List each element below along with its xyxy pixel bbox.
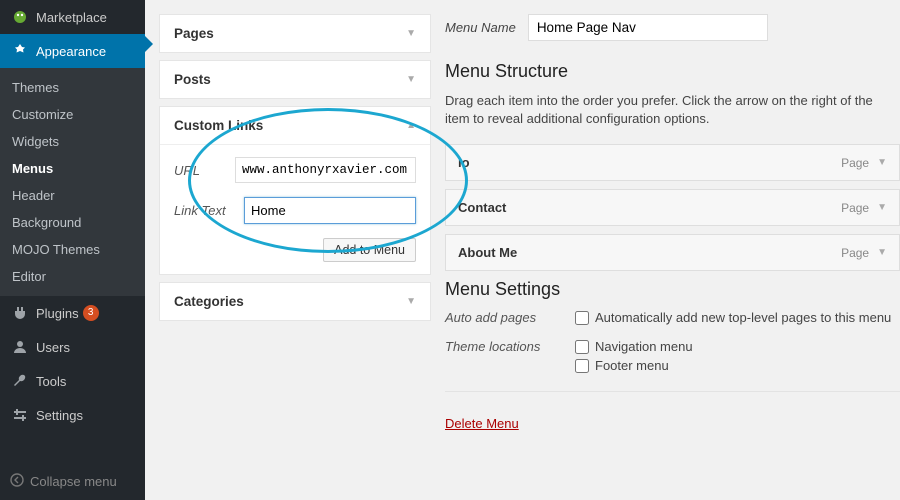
sidebar-sub-header[interactable]: Header [0,182,145,209]
location-nav-option[interactable]: Navigation menu [575,339,693,354]
chevron-down-icon: ▼ [406,296,416,307]
sidebar-sub-editor[interactable]: Editor [0,263,145,290]
menu-item-label: Contact [458,200,506,215]
accordion-title: Posts [174,72,211,87]
settings-icon [10,407,30,423]
chevron-down-icon[interactable]: ▼ [877,202,887,213]
menu-name-label: Menu Name [445,20,516,35]
auto-add-label: Auto add pages [445,310,575,329]
sidebar-label: Plugins [36,306,79,321]
menu-item-type: Page ▼ [841,246,887,260]
accordion-title: Custom Links [174,118,263,133]
tools-icon [10,373,30,389]
collapse-menu-button[interactable]: Collapse menu [0,463,145,500]
accordion-toggle-categories[interactable]: Categories ▼ [160,283,430,320]
menu-item-type: Page ▼ [841,201,887,215]
menu-editor-column: Menu Name Menu Structure Drag each item … [431,0,900,500]
menu-structure-help: Drag each item into the order you prefer… [445,92,900,128]
accordion-toggle-posts[interactable]: Posts ▼ [160,61,430,98]
chevron-down-icon: ▼ [406,28,416,39]
menu-structure-heading: Menu Structure [445,61,900,82]
menu-name-input[interactable] [528,14,768,41]
accordion-categories: Categories ▼ [159,282,431,321]
menu-item-row[interactable]: About Me Page ▼ [445,234,900,271]
chevron-down-icon[interactable]: ▼ [877,247,887,258]
sidebar-label: Users [36,340,70,355]
sidebar-sub-widgets[interactable]: Widgets [0,128,145,155]
accordion-custom-links: Custom Links ▲ URL Link Text Add to Menu [159,106,431,275]
auto-add-checkbox[interactable] [575,311,589,325]
sidebar-label: Appearance [36,44,106,59]
plugins-icon [10,305,30,321]
location-footer-option[interactable]: Footer menu [575,358,693,373]
sidebar-sub-background[interactable]: Background [0,209,145,236]
sidebar-item-tools[interactable]: Tools [0,364,145,398]
add-to-menu-button[interactable]: Add to Menu [323,238,416,262]
appearance-icon [10,43,30,59]
chevron-down-icon[interactable]: ▼ [877,157,887,168]
users-icon [10,339,30,355]
sidebar-item-plugins[interactable]: Plugins 3 [0,296,145,330]
sidebar-label: Tools [36,374,66,389]
sidebar-sub-customize[interactable]: Customize [0,101,145,128]
chevron-up-icon: ▲ [406,120,416,131]
sidebar-label: Settings [36,408,83,423]
sidebar-sub-themes[interactable]: Themes [0,74,145,101]
accordion-title: Pages [174,26,214,41]
menu-item-row[interactable]: io Page ▼ [445,144,900,181]
location-nav-checkbox[interactable] [575,340,589,354]
accordion-posts: Posts ▼ [159,60,431,99]
sidebar-sub-menus[interactable]: Menus [0,155,145,182]
sidebar-item-settings[interactable]: Settings [0,398,145,432]
menu-name-row: Menu Name [445,14,900,55]
auto-add-option[interactable]: Automatically add new top-level pages to… [575,310,891,325]
marketplace-icon [10,9,30,25]
menu-item-row[interactable]: Contact Page ▼ [445,189,900,226]
location-footer-checkbox[interactable] [575,359,589,373]
delete-menu-link[interactable]: Delete Menu [445,416,519,431]
sidebar-sub-mojo[interactable]: MOJO Themes [0,236,145,263]
plugins-update-badge: 3 [83,305,99,321]
accordion-title: Categories [174,294,244,309]
menu-item-label: About Me [458,245,517,260]
accordion-pages: Pages ▼ [159,14,431,53]
collapse-icon [10,473,24,490]
url-input[interactable] [235,157,416,183]
accordion-toggle-custom-links[interactable]: Custom Links ▲ [160,107,430,144]
admin-sidebar: Marketplace Appearance Themes Customize … [0,0,145,500]
chevron-down-icon: ▼ [406,74,416,85]
menu-settings-heading: Menu Settings [445,279,900,300]
sidebar-item-users[interactable]: Users [0,330,145,364]
menu-item-label: io [458,155,470,170]
content-area: Pages ▼ Posts ▼ Custom Links ▲ URL Lin [145,0,900,500]
accordion-toggle-pages[interactable]: Pages ▼ [160,15,430,52]
separator [445,391,900,392]
menu-items-list: io Page ▼ Contact Page ▼ About Me Page ▼ [445,144,900,271]
collapse-label: Collapse menu [30,474,117,489]
sidebar-label: Marketplace [36,10,107,25]
custom-links-body: URL Link Text Add to Menu [160,144,430,274]
link-text-label: Link Text [174,203,244,218]
theme-locations-label: Theme locations [445,339,575,377]
url-label: URL [174,163,235,178]
sidebar-item-marketplace[interactable]: Marketplace [0,0,145,34]
accordion-column: Pages ▼ Posts ▼ Custom Links ▲ URL Lin [159,0,431,500]
sidebar-item-appearance[interactable]: Appearance [0,34,145,68]
menu-item-type: Page ▼ [841,156,887,170]
appearance-submenu: Themes Customize Widgets Menus Header Ba… [0,68,145,296]
link-text-input[interactable] [244,197,416,224]
